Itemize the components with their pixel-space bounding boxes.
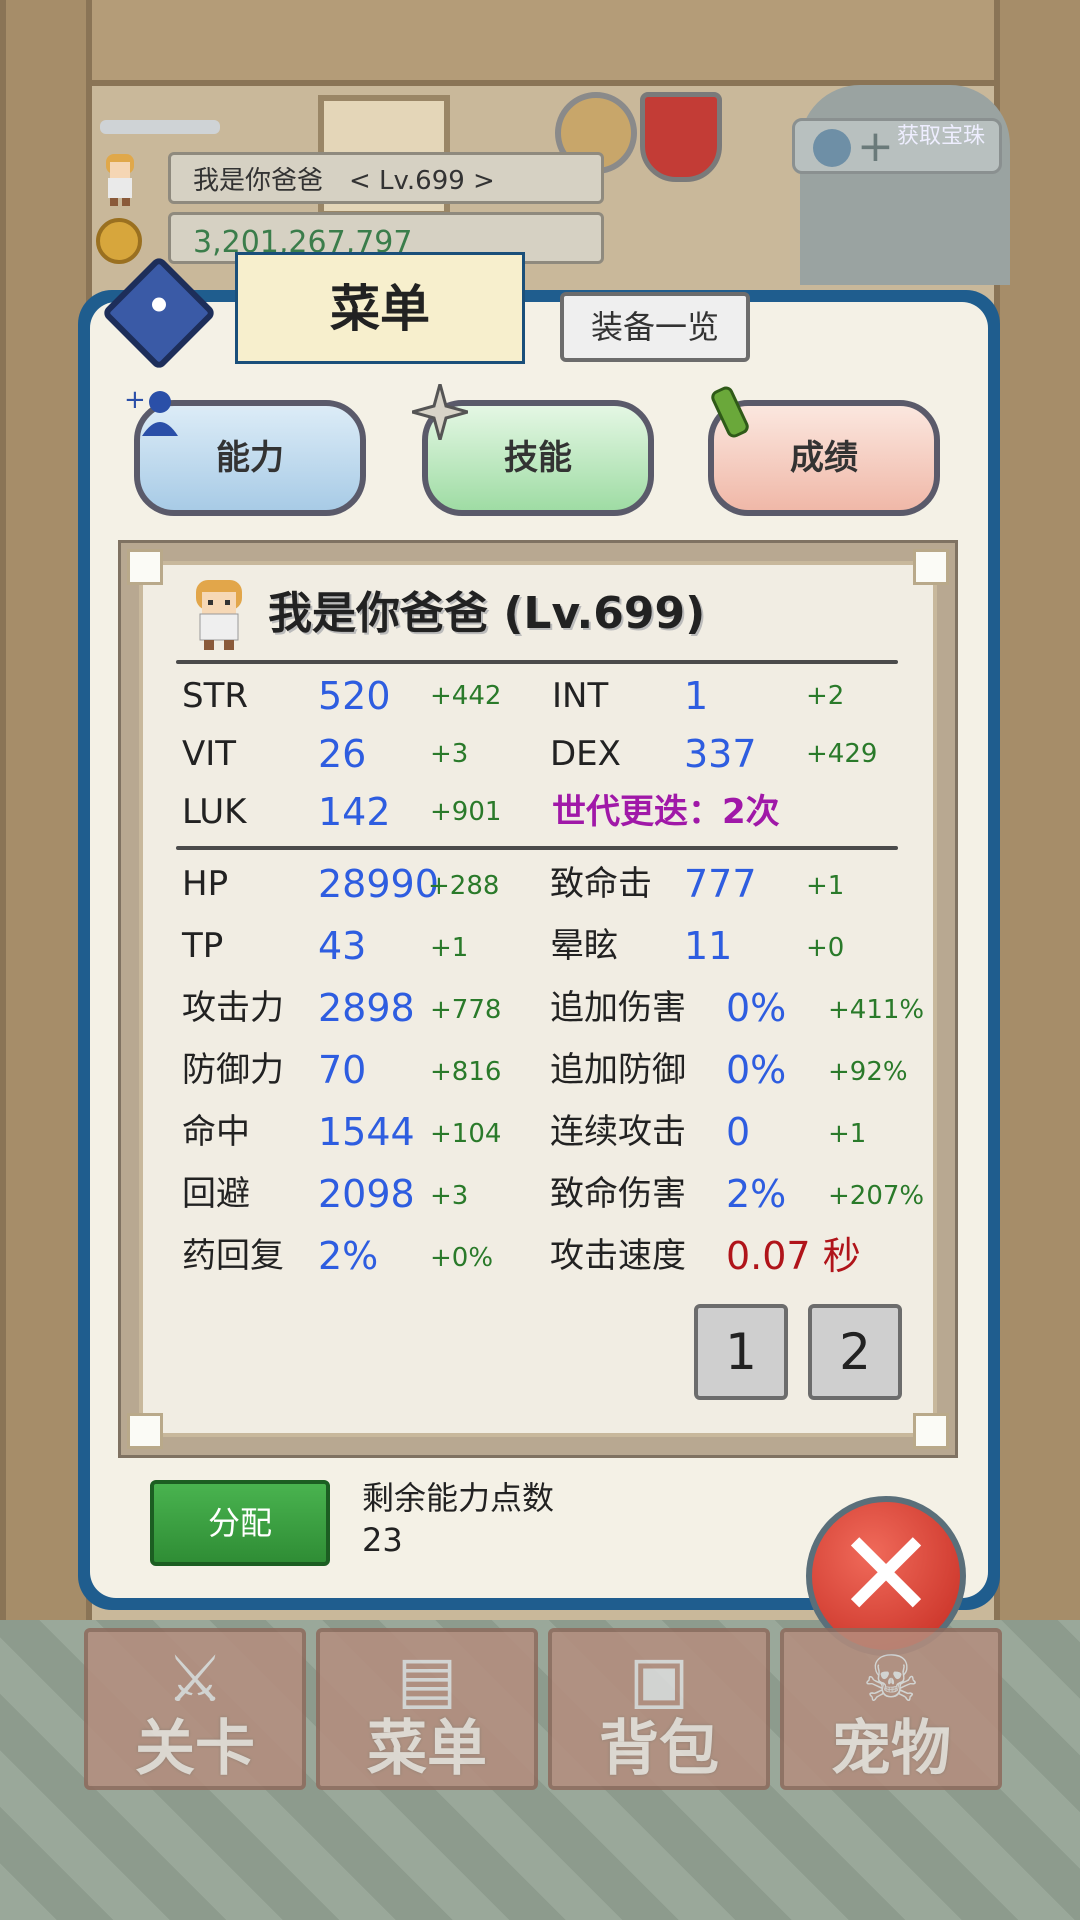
get-pearl-button[interactable]: + 获取宝珠 <box>792 118 1002 174</box>
stat-bonus: +2 <box>806 681 845 711</box>
get-pearl-label: 获取宝珠 <box>896 124 985 149</box>
stat-bonus: +1 <box>828 1119 867 1149</box>
stat-bonus: +901 <box>430 797 502 827</box>
stat-label: 追加防御 <box>550 1050 686 1090</box>
stat-value: 1544 <box>318 1110 415 1154</box>
stat-label: 防御力 <box>182 1050 284 1090</box>
stat-label: LUK <box>182 792 247 832</box>
stat-bonus: +442 <box>430 681 502 711</box>
stat-label: 致命击 <box>550 864 652 904</box>
sword-decoration-icon <box>100 120 220 134</box>
backpack-icon: ▣ <box>628 1643 690 1717</box>
panel-corner <box>913 1413 949 1449</box>
stat-bonus: +92% <box>828 1057 908 1087</box>
stat-value: 2% <box>318 1234 379 1278</box>
stat-bonus: +429 <box>806 739 878 769</box>
shield-decoration-icon <box>640 92 722 182</box>
attack-speed-value: 0.07 秒 <box>726 1234 861 1278</box>
player-name-bar: 我是你爸爸 < Lv.699 > <box>168 152 604 204</box>
stat-label: STR <box>182 676 248 716</box>
stat-label: 追加伤害 <box>550 988 686 1028</box>
scroll-icon <box>711 386 749 438</box>
stat-bonus: +778 <box>430 995 502 1025</box>
stat-value: 2% <box>726 1172 787 1216</box>
stat-value: 520 <box>318 674 391 718</box>
crossed-swords-icon: ⚔ <box>166 1643 224 1717</box>
stat-bonus: +411% <box>828 995 925 1025</box>
nav-label: 背包 <box>599 1714 719 1784</box>
stat-value: 2098 <box>318 1172 415 1216</box>
stat-bonus: +3 <box>430 1181 469 1211</box>
remaining-points-value: 23 <box>362 1521 403 1559</box>
menu-title: 菜单 <box>235 252 525 364</box>
add-user-icon: + <box>124 386 178 436</box>
stat-bonus: +0 <box>806 933 845 963</box>
stat-label: HP <box>182 864 229 904</box>
stat-label: INT <box>552 676 609 716</box>
stat-label: TP <box>182 926 224 966</box>
stat-bonus: +207% <box>828 1181 925 1211</box>
stat-bonus: +816 <box>430 1057 502 1087</box>
stat-value: 43 <box>318 924 367 968</box>
stat-label: 攻击速度 <box>550 1236 686 1276</box>
divider <box>176 660 898 664</box>
stat-label: 药回复 <box>182 1236 284 1276</box>
nav-label: 菜单 <box>367 1714 487 1784</box>
nav-label: 关卡 <box>135 1714 255 1784</box>
equipment-list-button[interactable]: 装备一览 <box>560 292 750 362</box>
generation-count: 世代更迭：2次 <box>552 792 780 832</box>
panel-corner <box>127 1413 163 1449</box>
plus-icon: + <box>857 121 894 172</box>
pet-skull-icon: ☠ <box>862 1643 920 1717</box>
nav-stage[interactable]: ⚔ 关卡 <box>84 1628 306 1790</box>
stat-value: 2898 <box>318 986 415 1030</box>
nav-backpack[interactable]: ▣ 背包 <box>548 1628 770 1790</box>
stat-label: DEX <box>550 734 621 774</box>
page-2-button[interactable]: 2 <box>808 1304 902 1400</box>
stat-bonus: +288 <box>428 871 500 901</box>
stat-label: VIT <box>182 734 237 774</box>
stat-value: 777 <box>684 862 757 906</box>
stat-value: 70 <box>318 1048 367 1092</box>
stat-value: 1 <box>684 674 709 718</box>
stat-value: 0 <box>726 1110 751 1154</box>
page-1-button[interactable]: 1 <box>694 1304 788 1400</box>
stat-bonus: +0% <box>430 1243 494 1273</box>
nav-pet[interactable]: ☠ 宠物 <box>780 1628 1002 1790</box>
stat-value: 11 <box>684 924 733 968</box>
svg-text:+: + <box>124 386 146 415</box>
stat-label: 回避 <box>182 1174 250 1214</box>
stat-bonus: +1 <box>806 871 845 901</box>
nav-label: 宠物 <box>831 1714 951 1784</box>
pearl-icon <box>813 129 851 167</box>
background-chimney <box>800 85 1010 285</box>
divider <box>176 846 898 850</box>
stat-value: 0% <box>726 1048 787 1092</box>
character-title: 我是你爸爸 (Lv.699) <box>268 588 706 639</box>
stat-label: 连续攻击 <box>550 1112 686 1152</box>
background-beam <box>0 0 1080 86</box>
stat-value: 28990 <box>318 862 439 906</box>
stat-value: 26 <box>318 732 367 776</box>
assign-points-button[interactable]: 分配 <box>150 1480 330 1566</box>
panel-corner <box>913 549 949 585</box>
panel-corner <box>127 549 163 585</box>
stat-bonus: +104 <box>430 1119 502 1149</box>
stat-label: 攻击力 <box>182 988 284 1028</box>
sparkle-icon <box>412 384 468 440</box>
stat-label: 晕眩 <box>550 926 618 966</box>
remaining-points-label: 剩余能力点数 <box>362 1479 555 1517</box>
book-icon: ▤ <box>396 1643 458 1717</box>
stat-label: 致命伤害 <box>550 1174 686 1214</box>
stat-bonus: +1 <box>430 933 469 963</box>
stat-label: 命中 <box>182 1112 250 1152</box>
player-avatar-icon <box>106 154 134 206</box>
stat-bonus: +3 <box>430 739 469 769</box>
stat-value: 337 <box>684 732 757 776</box>
stat-value: 142 <box>318 790 391 834</box>
gold-coin-icon <box>96 218 142 264</box>
stat-value: 0% <box>726 986 787 1030</box>
character-portrait-icon <box>196 580 242 650</box>
nav-menu[interactable]: ▤ 菜单 <box>316 1628 538 1790</box>
